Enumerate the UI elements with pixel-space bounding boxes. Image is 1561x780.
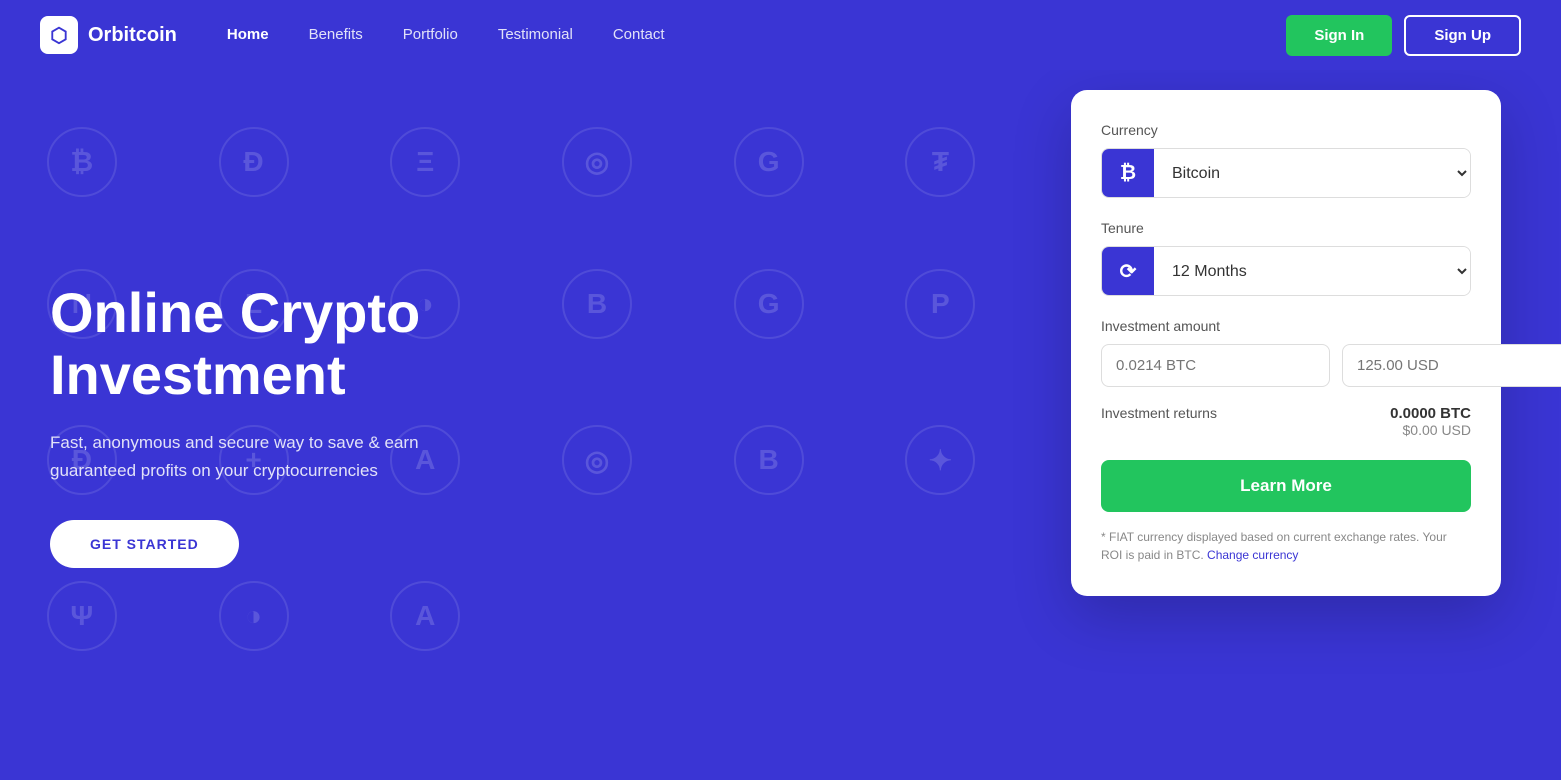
hero-subtitle: Fast, anonymous and secure way to save &… bbox=[50, 429, 490, 483]
returns-values: 0.0000 BTC $0.00 USD bbox=[1390, 405, 1471, 438]
nav-auth: Sign In Sign Up bbox=[1286, 15, 1521, 56]
returns-usd: $0.00 USD bbox=[1390, 422, 1471, 438]
bitcoin-icon: ₿ bbox=[1102, 149, 1154, 197]
bg-crypto-icon: ✦ bbox=[905, 425, 975, 495]
hero-title-line1: Online Crypto bbox=[50, 281, 420, 344]
nav-testimonial[interactable]: Testimonial bbox=[498, 26, 573, 43]
bg-crypto-icon: Ð bbox=[219, 127, 289, 197]
bg-crypto-icon: ₮ bbox=[905, 127, 975, 197]
bg-crypto-icon: B bbox=[562, 269, 632, 339]
bg-crypto-icon: B bbox=[734, 425, 804, 495]
bg-crypto-icon: A bbox=[390, 581, 460, 651]
calculator-card: Currency ₿ Bitcoin Ethereum Litecoin Rip… bbox=[1071, 90, 1501, 596]
bg-crypto-icon: ₿ bbox=[47, 127, 117, 197]
bg-crypto-icon: G bbox=[734, 269, 804, 339]
logo[interactable]: ⬡ Orbitcoin bbox=[40, 16, 177, 54]
bg-crypto-icon: ◑ bbox=[219, 581, 289, 651]
amount-usd-input[interactable] bbox=[1342, 344, 1561, 387]
learnmore-button[interactable]: Learn More bbox=[1101, 460, 1471, 512]
bg-crypto-icon: ◎ bbox=[562, 425, 632, 495]
nav-benefits[interactable]: Benefits bbox=[309, 26, 363, 43]
hero-content: Online Crypto Investment Fast, anonymous… bbox=[0, 282, 540, 568]
currency-select[interactable]: Bitcoin Ethereum Litecoin Ripple bbox=[1154, 149, 1470, 197]
fiat-note: * FIAT currency displayed based on curre… bbox=[1101, 528, 1471, 564]
brand-name: Orbitcoin bbox=[88, 24, 177, 47]
bg-crypto-icon: ◎ bbox=[562, 127, 632, 197]
currency-label: Currency bbox=[1101, 122, 1471, 138]
getstarted-button[interactable]: GET STARTED bbox=[50, 520, 239, 568]
bg-crypto-icon: Ξ bbox=[390, 127, 460, 197]
hero-section: ₿ÐΞ◎G₮✦◈NŁ◑BGPBΨÐ+A◎B✦Ψ◑A Online Crypto … bbox=[0, 70, 1561, 780]
tenure-icon: ⟳ bbox=[1102, 247, 1154, 295]
signup-button[interactable]: Sign Up bbox=[1404, 15, 1521, 56]
currency-select-wrapper: ₿ Bitcoin Ethereum Litecoin Ripple bbox=[1101, 148, 1471, 198]
tenure-select-wrapper: ⟳ 3 Months 6 Months 12 Months 24 Months bbox=[1101, 246, 1471, 296]
hero-title: Online Crypto Investment bbox=[50, 282, 490, 405]
amount-label: Investment amount bbox=[1101, 318, 1471, 334]
navbar: ⬡ Orbitcoin Home Benefits Portfolio Test… bbox=[0, 0, 1561, 70]
bg-crypto-icon: Ψ bbox=[47, 581, 117, 651]
returns-row: Investment returns 0.0000 BTC $0.00 USD bbox=[1101, 405, 1471, 438]
nav-links: Home Benefits Portfolio Testimonial Cont… bbox=[227, 26, 665, 44]
change-currency-link[interactable]: Change currency bbox=[1207, 548, 1298, 562]
nav-portfolio[interactable]: Portfolio bbox=[403, 26, 458, 43]
amount-inputs bbox=[1101, 344, 1471, 387]
amount-btc-input[interactable] bbox=[1101, 344, 1330, 387]
bg-crypto-icon: P bbox=[905, 269, 975, 339]
hero-title-line2: Investment bbox=[50, 343, 346, 406]
nav-contact[interactable]: Contact bbox=[613, 26, 665, 43]
returns-label: Investment returns bbox=[1101, 405, 1217, 421]
tenure-select[interactable]: 3 Months 6 Months 12 Months 24 Months bbox=[1154, 247, 1470, 295]
returns-btc: 0.0000 BTC bbox=[1390, 405, 1471, 422]
logo-icon: ⬡ bbox=[40, 16, 78, 54]
nav-home[interactable]: Home bbox=[227, 26, 269, 43]
signin-button[interactable]: Sign In bbox=[1286, 15, 1392, 56]
bg-crypto-icon: G bbox=[734, 127, 804, 197]
tenure-label: Tenure bbox=[1101, 220, 1471, 236]
